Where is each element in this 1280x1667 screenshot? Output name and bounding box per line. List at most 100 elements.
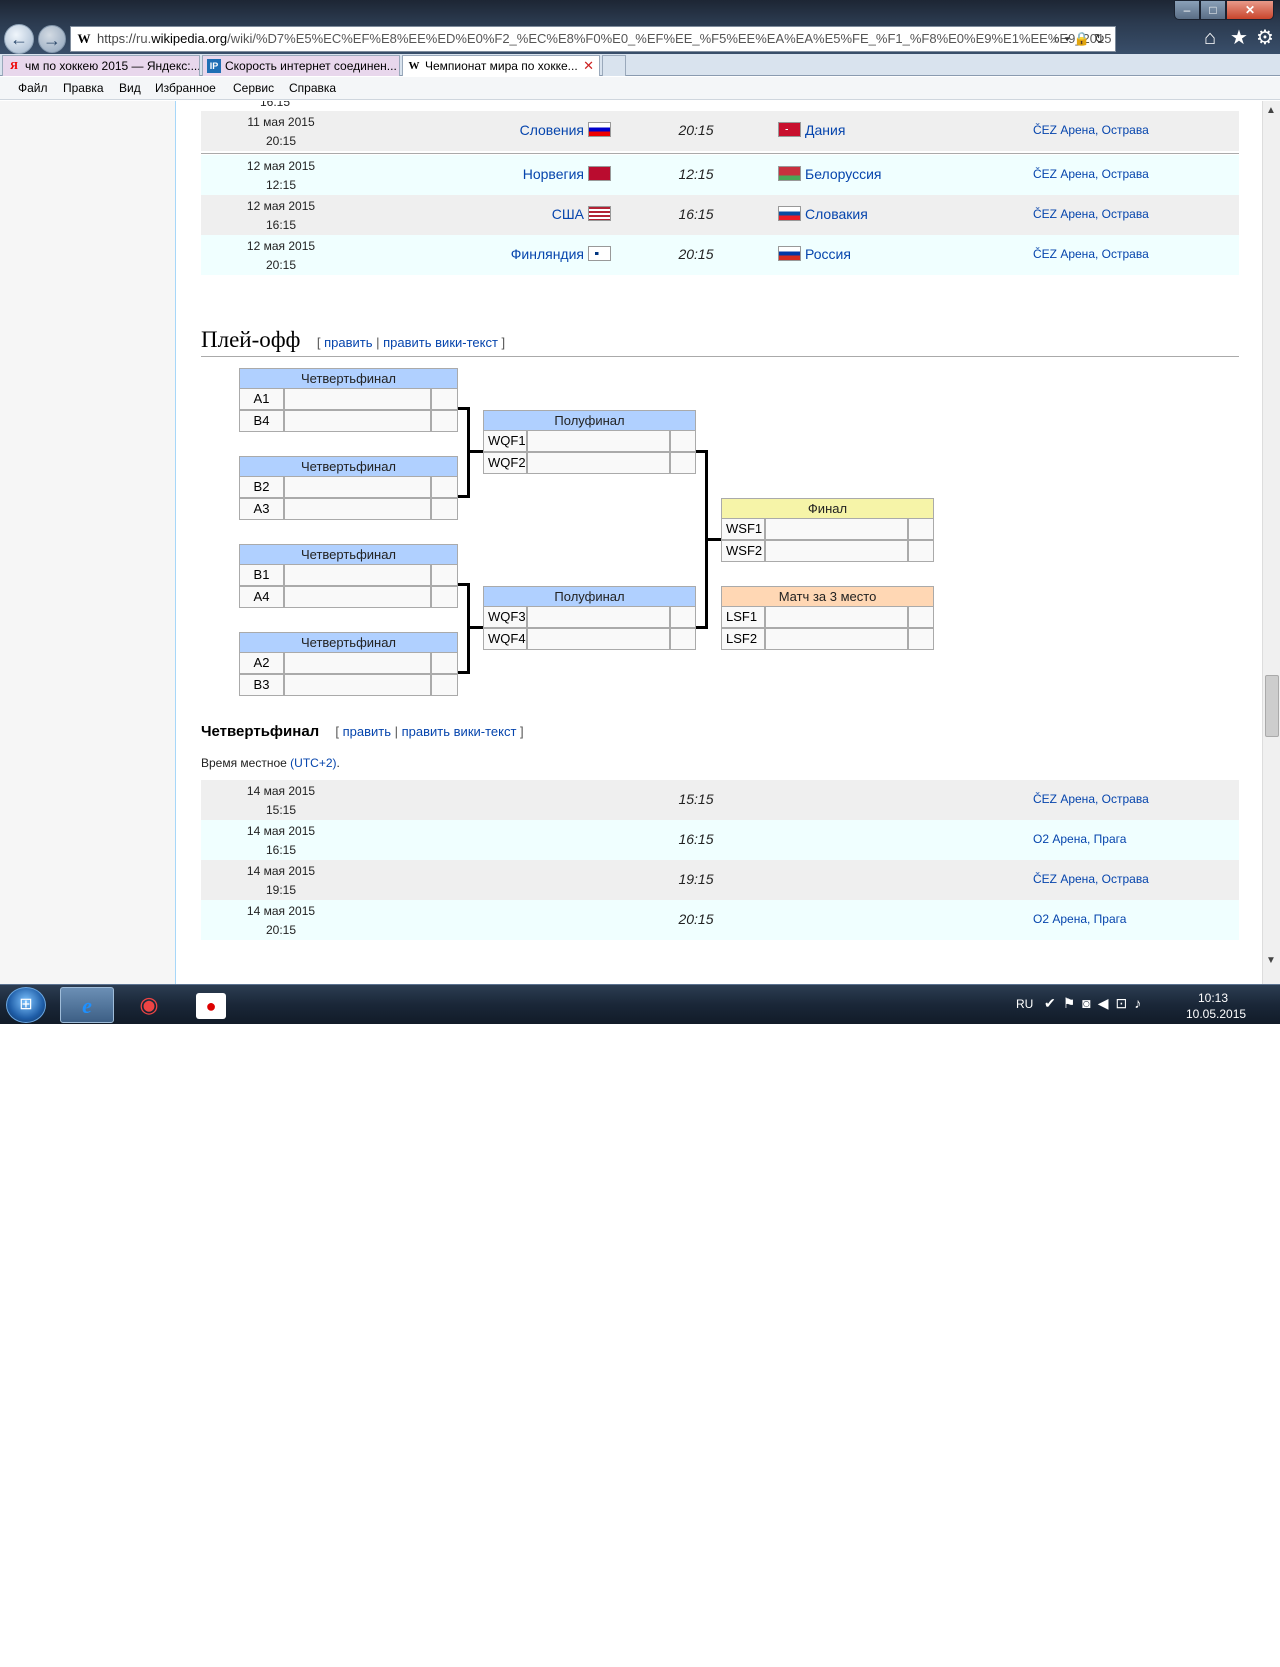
antivirus-icon[interactable]: ✔ <box>1044 995 1063 1011</box>
app-tray-icon[interactable]: ◙ <box>1082 995 1097 1011</box>
bracket-seed: LSF1 <box>721 606 765 628</box>
match-row: 11 мая 2015 20:15 Словения 20:15 Дания ČE… <box>201 111 1239 151</box>
bracket-seed: LSF2 <box>721 628 765 650</box>
menu-tools[interactable]: Сервис <box>233 81 274 95</box>
ip-icon: IP <box>207 59 221 73</box>
taskbar-app-button[interactable]: ● <box>184 987 238 1023</box>
venue-link[interactable]: O2 Арена, Прага <box>1033 912 1126 926</box>
venue-link[interactable]: O2 Арена, Прага <box>1033 832 1126 846</box>
finland-flag-icon <box>588 246 611 261</box>
bracket-score <box>431 388 458 410</box>
edit-link[interactable]: править <box>324 335 372 350</box>
home-icon[interactable]: ⌂ <box>1204 28 1216 48</box>
bracket-team <box>284 388 431 410</box>
sf1-header: Полуфинал <box>483 410 696 430</box>
scroll-up-icon[interactable]: ▲ <box>1266 105 1276 116</box>
favorites-star-icon[interactable]: ★ <box>1230 28 1248 48</box>
separator <box>201 153 1239 154</box>
home-team[interactable]: Словения <box>520 122 615 138</box>
menu-view[interactable]: Вид <box>119 81 141 95</box>
minimize-button[interactable]: – <box>1174 0 1200 20</box>
venue-link[interactable]: ČEZ Арена, Острава <box>1033 872 1149 886</box>
home-team[interactable]: Финляндия <box>511 246 615 262</box>
maximize-button[interactable]: □ <box>1200 0 1226 20</box>
speaker-icon[interactable]: ♪ <box>1134 995 1148 1011</box>
edit-link[interactable]: править <box>343 724 391 739</box>
close-window-button[interactable]: ✕ <box>1226 0 1274 20</box>
dropdown-icon[interactable]: ▾ <box>1064 31 1073 46</box>
sf2-header: Полуфинал <box>483 586 696 606</box>
language-indicator[interactable]: RU <box>1016 997 1033 1011</box>
gear-icon[interactable]: ⚙ <box>1256 28 1274 48</box>
bracket-seed: B3 <box>239 674 284 696</box>
scroll-down-icon[interactable]: ▼ <box>1266 955 1276 966</box>
tab-yandex[interactable]: Я чм по хоккею 2015 — Яндекс:... <box>2 55 200 76</box>
network-icon[interactable]: ⊡ <box>1116 995 1135 1011</box>
start-button[interactable]: ⊞ <box>6 987 46 1023</box>
tab-bar: Я чм по хоккею 2015 — Яндекс:... IP Скор… <box>0 54 1280 76</box>
bracket-score <box>908 606 934 628</box>
match-time: 20:15 <box>678 246 714 262</box>
qf3-header: Четвертьфинал <box>239 544 458 564</box>
browser-titlebar: – □ ✕ ← → Whttps://ru.wikipedia.org/wiki… <box>0 0 1280 56</box>
menu-edit[interactable]: Правка <box>63 81 104 95</box>
bracket-line <box>467 450 483 453</box>
venue-link[interactable]: ČEZ Арена, Острава <box>1033 207 1149 221</box>
edit-wikitext-link[interactable]: править вики-текст <box>402 724 517 739</box>
taskbar-ie-button[interactable]: e <box>60 987 114 1023</box>
match-row: 14 мая 2015 19:15 19:15 ČEZ Арена, Острав… <box>201 860 1239 900</box>
clock-time[interactable]: 10:13 <box>1198 991 1228 1005</box>
bracket-score <box>670 452 696 474</box>
slovakia-flag-icon <box>778 206 801 221</box>
tab-speedtest[interactable]: IP Скорость интернет соединен... <box>202 55 400 76</box>
bracket-seed: B4 <box>239 410 284 432</box>
third-place-header: Матч за 3 место <box>721 586 934 606</box>
refresh-icon[interactable]: ↻ <box>1094 31 1109 46</box>
match-date: 12 мая 2015 20:15 <box>246 239 316 272</box>
venue-link[interactable]: ČEZ Арена, Острава <box>1033 167 1149 181</box>
clock-date[interactable]: 10.05.2015 <box>1186 1007 1246 1021</box>
menu-help[interactable]: Справка <box>289 81 336 95</box>
match-date: 14 мая 2015 19:15 <box>246 864 316 897</box>
flag-icon[interactable]: ⚑ <box>1063 995 1083 1011</box>
final-header: Финал <box>721 498 934 518</box>
away-team[interactable]: Белоруссия <box>774 166 882 182</box>
home-team[interactable]: Норвегия <box>523 166 615 182</box>
app-icon: ● <box>196 993 226 1019</box>
qf1-header: Четвертьфинал <box>239 368 458 388</box>
match-date: 12 мая 2015 16:15 <box>246 199 316 232</box>
bracket-line <box>467 626 483 629</box>
menu-file[interactable]: Файл <box>18 81 48 95</box>
norway-flag-icon <box>588 166 611 181</box>
taskbar-chrome-button[interactable]: ◉ <box>122 987 176 1023</box>
venue-link[interactable]: ČEZ Арена, Острава <box>1033 792 1149 806</box>
menu-favorites[interactable]: Избранное <box>155 81 216 95</box>
venue-link[interactable]: ČEZ Арена, Острава <box>1033 123 1149 137</box>
usa-flag-icon <box>588 206 611 221</box>
scroll-thumb[interactable] <box>1265 675 1279 737</box>
bracket-score <box>431 410 458 432</box>
new-tab-button[interactable] <box>602 55 626 76</box>
venue-link[interactable]: ČEZ Арена, Острава <box>1033 247 1149 261</box>
url-protocol: https:// <box>97 31 137 46</box>
away-team[interactable]: Россия <box>774 246 851 262</box>
section-title: Плей-офф <box>201 327 301 352</box>
home-team[interactable]: США <box>552 206 615 222</box>
volume-muted-icon[interactable]: ◀ <box>1098 995 1116 1011</box>
away-team[interactable]: Дания <box>774 122 845 138</box>
edit-wikitext-link[interactable]: править вики-текст <box>383 335 498 350</box>
search-icon[interactable]: ⌕ <box>1053 31 1064 46</box>
close-tab-icon[interactable]: ✕ <box>583 56 594 76</box>
wikipedia-icon: W <box>408 60 420 72</box>
forward-button[interactable]: → <box>38 25 66 53</box>
away-team[interactable]: Словакия <box>774 206 868 222</box>
address-bar[interactable]: Whttps://ru.wikipedia.org/wiki/%D7%E5%EC… <box>70 26 1116 52</box>
back-button[interactable]: ← <box>4 24 34 54</box>
bracket-team <box>527 452 670 474</box>
tab-wikipedia-active[interactable]: W Чемпионат мира по хокке... ✕ <box>402 55 600 76</box>
utc-link[interactable]: (UTC+2) <box>290 756 336 770</box>
vertical-scrollbar[interactable]: ▲ ▼ <box>1262 101 1280 984</box>
bracket-score <box>670 430 696 452</box>
lock-icon[interactable]: 🔒 <box>1074 31 1094 46</box>
tab-label: Скорость интернет соединен... <box>225 59 397 73</box>
